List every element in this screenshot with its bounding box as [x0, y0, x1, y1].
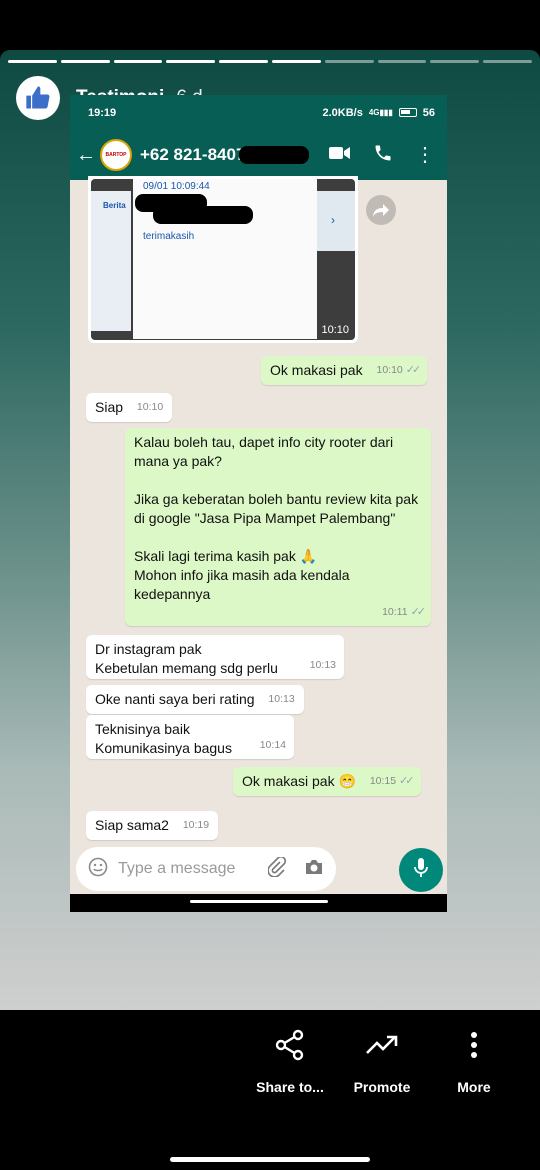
- avatar-label: BARTOP: [105, 152, 127, 158]
- message-text: Ok makasi pak: [270, 362, 363, 378]
- promote-button[interactable]: Promote: [344, 1025, 420, 1095]
- double-check-icon: ✓✓: [410, 606, 427, 618]
- image-document: 09/01 10:09:44 terimakasih: [133, 179, 317, 339]
- home-indicator: [190, 900, 328, 903]
- phone-call-icon[interactable]: [373, 143, 393, 168]
- video-call-icon[interactable]: [329, 146, 351, 165]
- share-label: Share to...: [256, 1079, 324, 1095]
- network-speed: 2.0KB/s: [322, 106, 363, 119]
- message-bubble[interactable]: Teknisinya baik Komunikasinya bagus 10:1…: [86, 715, 294, 759]
- double-check-icon: ✓✓: [405, 364, 422, 376]
- message-text: Siap sama2: [95, 817, 169, 833]
- progress-segment: [60, 60, 110, 63]
- progress-segment: [113, 60, 163, 63]
- story-actions: Share to... Promote More: [252, 1025, 512, 1095]
- image-text: terimakasih: [143, 231, 195, 242]
- message-time: 10:11: [382, 606, 408, 618]
- progress-segment: [219, 60, 268, 63]
- story-progress: [8, 60, 532, 63]
- progress-segment: [377, 60, 427, 63]
- contact-avatar[interactable]: BARTOP: [100, 139, 132, 171]
- emoji-icon[interactable]: [88, 857, 108, 882]
- back-arrow-icon[interactable]: ←: [76, 144, 96, 167]
- progress-segment: [271, 60, 321, 63]
- image-side-label: Berita: [103, 201, 126, 210]
- status-time: 19:19: [88, 106, 117, 119]
- progress-segment: [430, 60, 480, 63]
- progress-segment: [483, 60, 532, 63]
- message-bubble[interactable]: Ok makasi pak 10:10 ✓✓: [261, 356, 428, 385]
- message-time: 10:19: [182, 819, 210, 831]
- microphone-button[interactable]: [399, 848, 443, 892]
- redaction-mark: [239, 146, 310, 164]
- image-datetime: 09/01 10:09:44: [143, 181, 210, 192]
- message-composer[interactable]: Type a message: [76, 847, 336, 891]
- message-text: Ok makasi pak 😁: [242, 773, 356, 789]
- trending-up-icon: [366, 1025, 398, 1065]
- image-time: 10:10: [321, 324, 349, 336]
- message-time: 10:13: [268, 693, 295, 705]
- message-text: Oke nanti saya beri rating: [95, 691, 255, 707]
- message-text: Teknisinya baik Komunikasinya bagus: [95, 721, 232, 756]
- chat-screenshot: 19:19 2.0KB/s 4G▮▮▮ 56 ← BARTOP +62 821-…: [70, 95, 447, 912]
- thumbs-up-icon[interactable]: [16, 76, 60, 120]
- attachment-icon[interactable]: [267, 855, 287, 882]
- signal-icon: 4G▮▮▮: [368, 108, 393, 117]
- chat-area[interactable]: Berita 09/01 10:09:44 terimakasih › 10:1…: [70, 176, 447, 912]
- promote-label: Promote: [353, 1079, 411, 1095]
- battery-level: 56: [422, 106, 435, 119]
- more-button[interactable]: More: [436, 1025, 512, 1095]
- redaction-mark: [153, 206, 253, 224]
- progress-segment: [166, 60, 216, 63]
- message-bubble[interactable]: Ok makasi pak 😁 10:15 ✓✓: [233, 767, 421, 796]
- home-indicator: [170, 1157, 370, 1162]
- message-input[interactable]: Type a message: [118, 860, 235, 878]
- microphone-icon: [413, 857, 429, 884]
- more-label: More: [457, 1079, 491, 1095]
- chat-header: ← BARTOP +62 821-8407 ⋮: [70, 130, 447, 180]
- message-bubble[interactable]: Siap sama2 10:19: [86, 811, 219, 840]
- message-time: 10:10: [136, 401, 164, 413]
- image-side-panel: Berita: [91, 191, 131, 331]
- message-bubble[interactable]: Siap 10:10: [86, 393, 173, 422]
- image-side-panel: ›: [317, 191, 355, 251]
- message-time: 10:10: [376, 364, 403, 376]
- message-bubble[interactable]: Kalau boleh tau, dapet info city rooter …: [125, 428, 431, 626]
- message-bubble[interactable]: Oke nanti saya beri rating 10:13: [86, 685, 304, 714]
- message-bubble[interactable]: Dr instagram pak Kebetulan memang sdg pe…: [86, 635, 344, 679]
- contact-name[interactable]: +62 821-8407: [140, 145, 245, 165]
- share-button[interactable]: Share to...: [252, 1025, 328, 1095]
- message-time: 10:15: [369, 775, 397, 787]
- more-vertical-icon[interactable]: ⋮: [415, 145, 435, 165]
- battery-icon: [398, 108, 417, 117]
- phone-status-bar: 19:19 2.0KB/s 4G▮▮▮ 56: [70, 95, 447, 130]
- image-message[interactable]: Berita 09/01 10:09:44 terimakasih › 10:1…: [88, 176, 358, 343]
- phone-nav-bar: [70, 894, 447, 912]
- progress-segment: [8, 60, 57, 63]
- message-text: Dr instagram pak Kebetulan memang sdg pe…: [95, 641, 278, 676]
- forward-icon[interactable]: [366, 195, 396, 225]
- message-text: Kalau boleh tau, dapet info city rooter …: [134, 434, 419, 602]
- share-icon: [274, 1025, 306, 1065]
- progress-segment: [324, 60, 374, 63]
- more-vertical-icon: [470, 1025, 478, 1065]
- message-time: 10:14: [259, 739, 286, 751]
- message-time: 10:13: [309, 659, 336, 671]
- camera-icon[interactable]: [304, 858, 324, 881]
- message-text: Siap: [95, 399, 124, 415]
- double-check-icon: ✓✓: [399, 775, 415, 787]
